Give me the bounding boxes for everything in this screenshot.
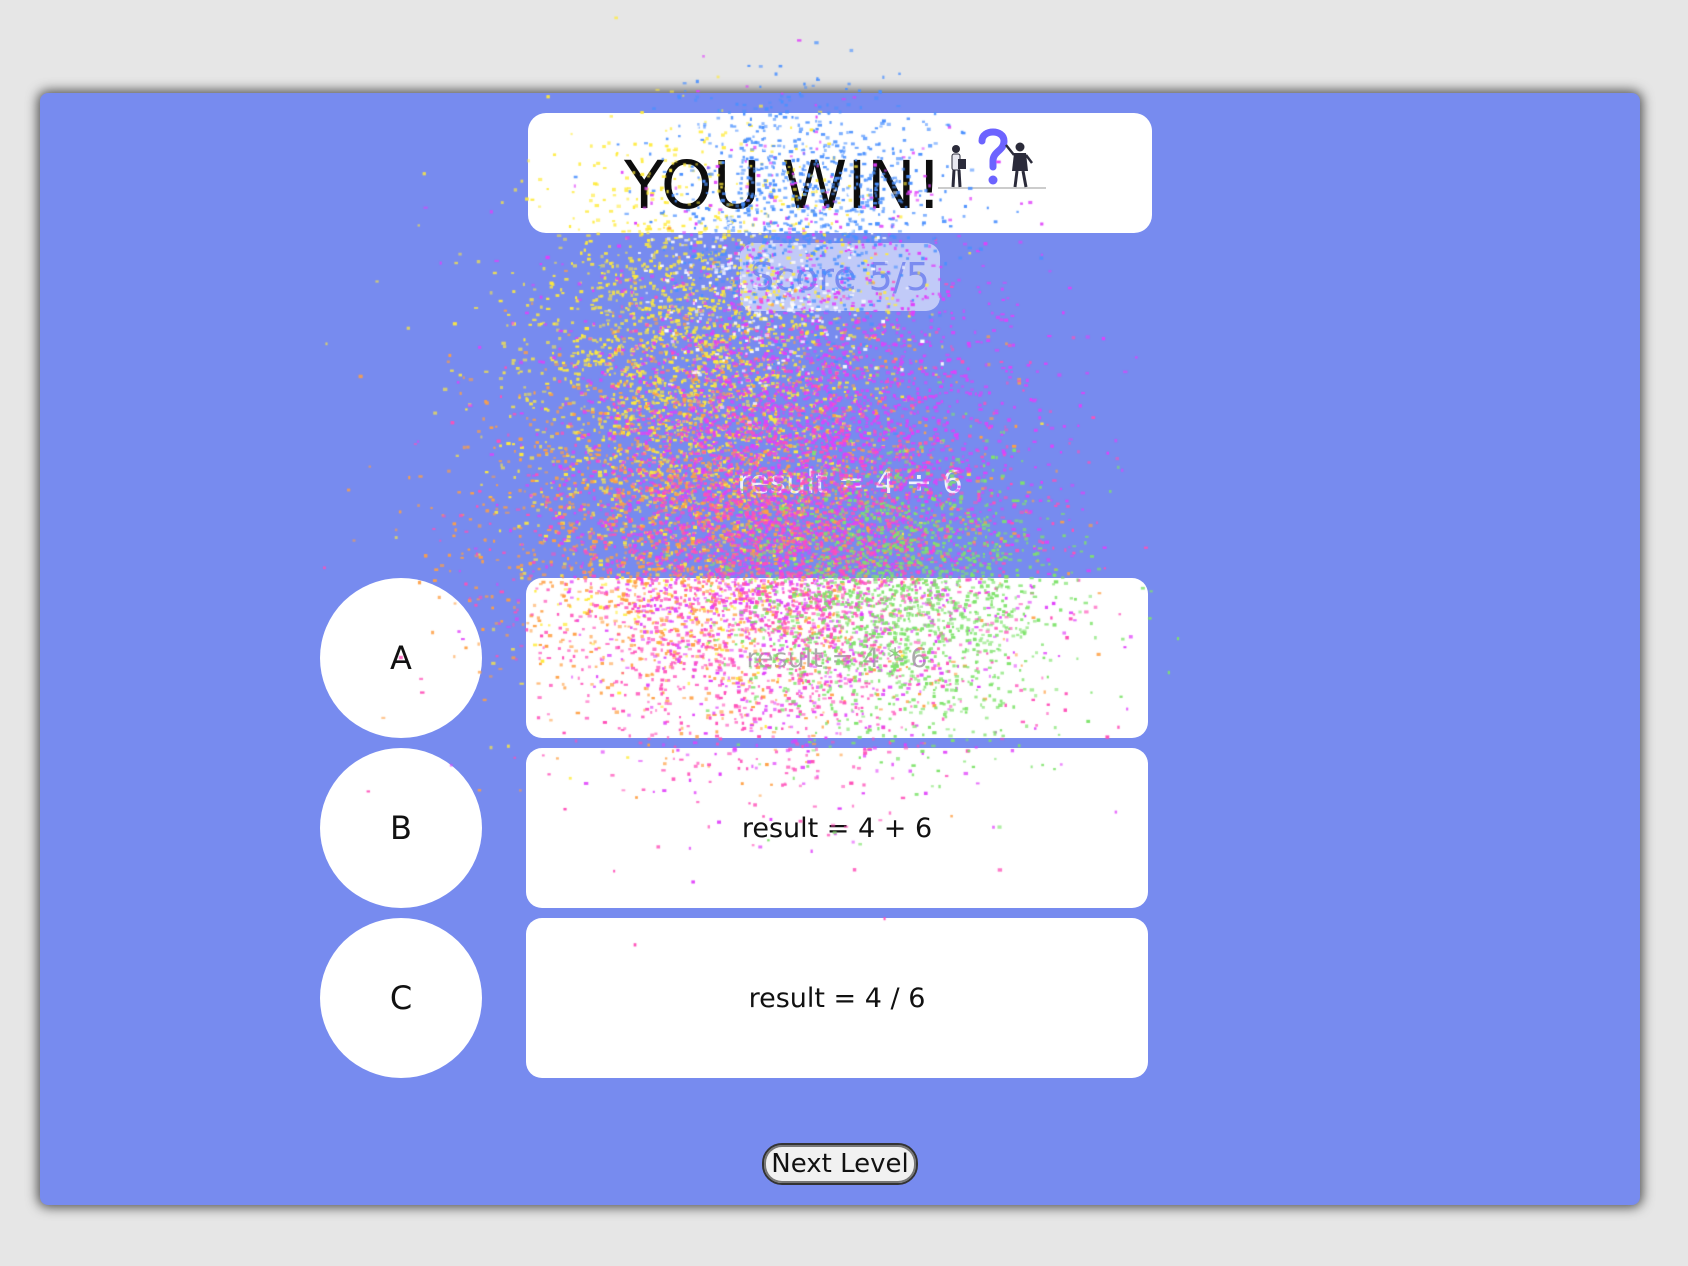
- choice-c-button[interactable]: result = 4 / 6: [526, 918, 1148, 1078]
- title-card: YOU WIN!: [528, 113, 1152, 233]
- choice-text: result = 4 * 6: [746, 642, 928, 674]
- choice-b-button[interactable]: result = 4 + 6: [526, 748, 1148, 908]
- choice-letter: B: [390, 809, 412, 847]
- score-text: Score 5/5: [750, 255, 930, 299]
- choice-text: result = 4 + 6: [741, 812, 933, 844]
- choice-c-circle[interactable]: C: [320, 918, 482, 1078]
- question-people-illustration-icon: [938, 128, 1046, 189]
- next-level-button[interactable]: Next Level: [762, 1143, 918, 1185]
- page-title: YOU WIN!: [624, 147, 943, 224]
- choice-letter: C: [389, 979, 413, 1017]
- choice-b-circle[interactable]: B: [320, 748, 482, 908]
- game-panel: YOU WIN! Score 5/5 result = 4 ÷ 6 A resu…: [40, 93, 1640, 1205]
- choice-a-button[interactable]: result = 4 * 6: [526, 578, 1148, 738]
- choice-a-circle[interactable]: A: [320, 578, 482, 738]
- score-badge: Score 5/5: [740, 243, 940, 311]
- question-text: result = 4 ÷ 6: [737, 463, 963, 501]
- choice-text: result = 4 / 6: [748, 982, 926, 1014]
- choice-letter: A: [390, 639, 412, 677]
